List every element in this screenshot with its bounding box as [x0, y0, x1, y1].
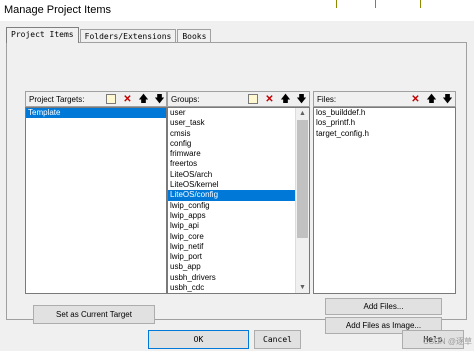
background-divider [420, 0, 421, 8]
delete-icon[interactable]: ✕ [409, 93, 422, 106]
scroll-thumb[interactable] [297, 120, 308, 238]
tab-strip: Project Items Folders/Extensions Books [6, 27, 212, 43]
list-item[interactable]: lwip_config [168, 201, 309, 211]
files-list[interactable]: los_builddef.h los_printf.h target_confi… [313, 107, 456, 294]
list-item[interactable]: usbh_cdc [168, 283, 309, 293]
groups-list[interactable]: user user_task cmsis config frimware fre… [167, 107, 310, 294]
list-item[interactable]: user [168, 108, 309, 118]
list-item[interactable]: frimware [168, 149, 309, 159]
move-down-icon[interactable]: 🡇 [295, 93, 308, 106]
list-item[interactable]: lwip_apps [168, 211, 309, 221]
background-divider [336, 0, 337, 8]
targets-header: Project Targets: ✕ 🡅 🡇 [25, 91, 167, 107]
groups-scrollbar[interactable]: ▲ ▼ [295, 108, 309, 293]
list-item[interactable]: freertos [168, 159, 309, 169]
scroll-up-icon[interactable]: ▲ [296, 108, 309, 119]
targets-list[interactable]: Template [25, 107, 167, 294]
list-item[interactable]: config [168, 139, 309, 149]
files-label: Files: [317, 95, 337, 104]
ok-button[interactable]: OK [148, 330, 249, 349]
list-item[interactable]: los_builddef.h [314, 108, 455, 118]
list-item[interactable]: Template [26, 108, 166, 119]
set-current-target-button[interactable]: Set as Current Target [33, 305, 155, 324]
manage-project-items-dialog: Project Items Folders/Extensions Books P… [0, 21, 474, 351]
groups-header: Groups: ✕ 🡅 🡇 [167, 91, 310, 107]
list-item[interactable]: lwip_netif [168, 242, 309, 252]
list-item[interactable]: user_task [168, 118, 309, 128]
scroll-down-icon[interactable]: ▼ [296, 282, 309, 293]
list-item[interactable]: LiteOS/kernel [168, 180, 309, 190]
list-item[interactable]: cmsis [168, 129, 309, 139]
tab-folders-extensions[interactable]: Folders/Extensions [79, 29, 177, 43]
window-title: Manage Project Items [4, 4, 111, 16]
delete-icon[interactable]: ✕ [121, 93, 134, 106]
tab-panel: Project Targets: ✕ 🡅 🡇 Template Groups: … [6, 42, 467, 334]
list-item[interactable]: lwip_core [168, 232, 309, 242]
cancel-button[interactable]: Cancel [254, 330, 301, 349]
list-item[interactable]: target_config.h [314, 129, 455, 139]
move-up-icon[interactable]: 🡅 [425, 93, 438, 106]
move-down-icon[interactable]: 🡇 [153, 93, 166, 106]
list-item[interactable]: LiteOS/arch [168, 170, 309, 180]
targets-label: Project Targets: [29, 95, 85, 104]
move-down-icon[interactable]: 🡇 [441, 93, 454, 106]
list-item[interactable]: usbh_hid [168, 293, 309, 294]
list-item[interactable]: los_printf.h [314, 118, 455, 128]
files-header: Files: ✕ 🡅 🡇 [313, 91, 456, 107]
move-up-icon[interactable]: 🡅 [137, 93, 150, 106]
list-item[interactable]: usbh_drivers [168, 273, 309, 283]
delete-icon[interactable]: ✕ [263, 93, 276, 106]
move-up-icon[interactable]: 🡅 [279, 93, 292, 106]
new-item-icon[interactable] [248, 94, 258, 104]
groups-label: Groups: [171, 95, 200, 104]
new-item-icon[interactable] [106, 94, 116, 104]
list-item[interactable]: LiteOS/config [168, 190, 309, 201]
add-files-button[interactable]: Add Files... [325, 298, 442, 315]
tab-books[interactable]: Books [177, 29, 212, 43]
watermark: CSDN @逐草 [422, 337, 472, 346]
list-item[interactable]: lwip_port [168, 252, 309, 262]
list-item[interactable]: usb_app [168, 262, 309, 272]
background-divider [375, 0, 376, 8]
title-bar: Manage Project Items [0, 0, 474, 21]
tab-project-items[interactable]: Project Items [6, 27, 79, 43]
list-item[interactable]: lwip_api [168, 221, 309, 231]
